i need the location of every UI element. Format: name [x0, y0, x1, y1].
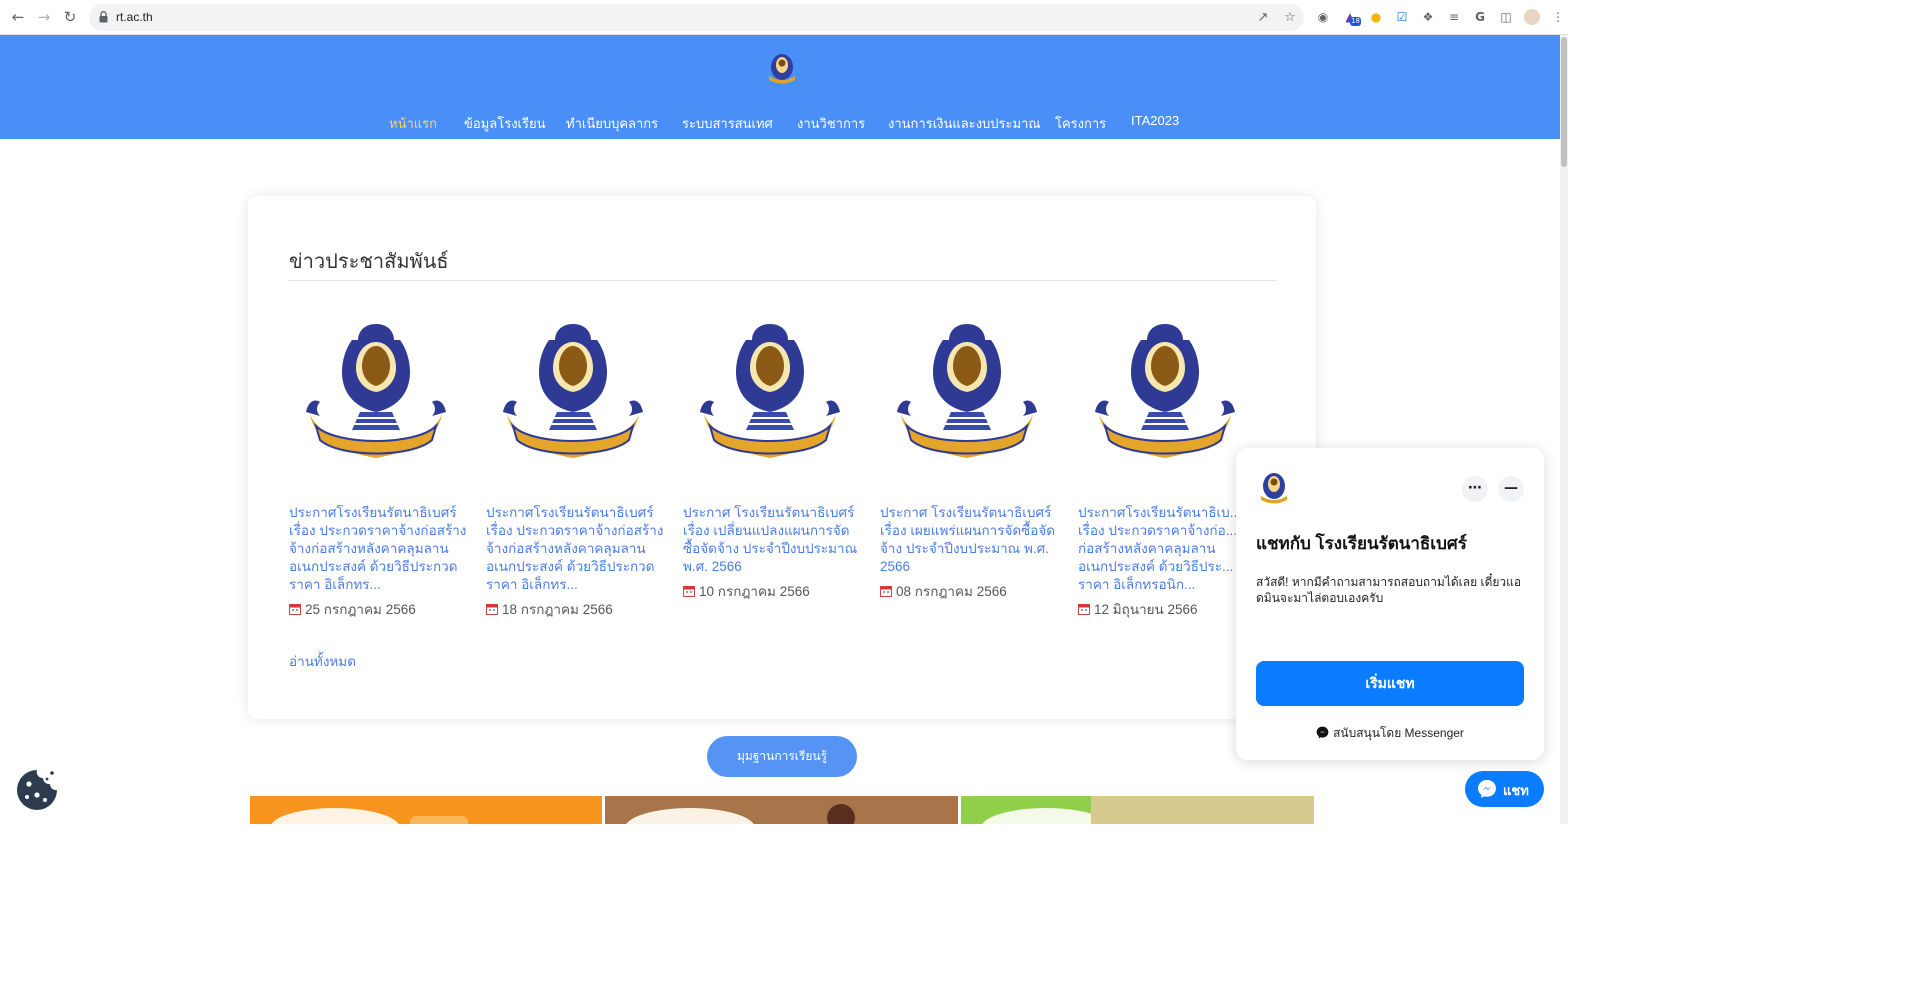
banner-character: [827, 804, 855, 824]
minimize-icon[interactable]: —: [1498, 476, 1524, 502]
banner-orange[interactable]: [250, 796, 602, 824]
puzzle-icon[interactable]: ❖: [1420, 9, 1436, 25]
banner-bubble: [625, 808, 755, 824]
news-item-title[interactable]: ประกาศโรงเรียนรัตนาธิเบ... เรื่อง ประกวด…: [1078, 504, 1260, 594]
news-heading: ข่าวประชาสัมพันธ์: [289, 251, 449, 273]
banner-shape: [410, 816, 468, 824]
site-header: หน้าแรก ข้อมูลโรงเรียน ทำเนียบบุคลากร ระ…: [0, 35, 1560, 139]
school-crest-image[interactable]: [1095, 318, 1235, 472]
school-logo[interactable]: [766, 52, 798, 86]
profile-avatar[interactable]: [1524, 9, 1540, 25]
school-crest-image[interactable]: [503, 318, 643, 472]
nav-staff-directory[interactable]: ทำเนียบบุคลากร: [566, 113, 658, 134]
messenger-icon: [1478, 780, 1496, 798]
learning-corner-button[interactable]: มุมฐานการเรียนรู้: [707, 736, 857, 777]
lightbulb-icon[interactable]: ●: [1368, 9, 1384, 25]
banner-bubble: [270, 808, 400, 824]
news-item-title[interactable]: ประกาศ โรงเรียนรัตนาธิเบศร์ เรื่อง เผยแพ…: [880, 504, 1062, 576]
page-scrollbar[interactable]: [1560, 35, 1568, 824]
news-item-date-text: 25 กรกฎาคม 2566: [305, 602, 416, 617]
nav-school-info[interactable]: ข้อมูลโรงเรียน: [464, 113, 545, 134]
nav-projects[interactable]: โครงการ: [1055, 113, 1106, 134]
messenger-icon: [1316, 726, 1329, 739]
news-item-date: 12 มิถุนายน 2566: [1078, 598, 1198, 620]
browser-toolbar: ← → ↻ rt.ac.th ↗ ☆ ◉ ▲18 ● ☑ ❖ ≡ G ◫ ⋮: [0, 0, 1568, 35]
checkbox-extension-icon[interactable]: ☑: [1394, 9, 1410, 25]
news-item-date-text: 10 กรกฎาคม 2566: [699, 584, 810, 599]
side-panel-icon[interactable]: ◫: [1498, 9, 1514, 25]
calendar-icon: [1078, 604, 1090, 615]
news-item-date: 25 กรกฎาคม 2566: [289, 598, 416, 620]
banner-brown[interactable]: [605, 796, 958, 824]
school-crest-image[interactable]: [306, 318, 446, 472]
news-item-date-text: 12 มิถุนายน 2566: [1094, 602, 1198, 617]
news-item-date: 10 กรกฎาคม 2566: [683, 580, 810, 602]
nav-ita2023[interactable]: ITA2023: [1131, 113, 1179, 128]
google-icon[interactable]: G: [1472, 9, 1488, 25]
messenger-chat-button[interactable]: แชท: [1465, 771, 1544, 807]
lock-icon: [99, 11, 108, 23]
menu-kebab-icon[interactable]: ⋮: [1550, 9, 1566, 25]
chat-greeting: สวัสดี! หากมีคำถามสามารถสอบถามได้เลย เดี…: [1256, 575, 1522, 605]
powered-label: สนับสนุนโดย Messenger: [1333, 726, 1464, 740]
news-item-date: 18 กรกฎาคม 2566: [486, 598, 613, 620]
news-item-title[interactable]: ประกาศโรงเรียนรัตนาธิเบศร์ เรื่อง ประกวด…: [486, 504, 668, 594]
cookie-settings-icon[interactable]: [16, 769, 58, 811]
camera-icon[interactable]: ◉: [1315, 9, 1331, 25]
nav-information-system[interactable]: ระบบสารสนเทศ: [682, 113, 773, 134]
extension-badge: 18: [1350, 17, 1361, 26]
nav-academic[interactable]: งานวิชาการ: [797, 113, 865, 134]
calendar-icon: [486, 604, 498, 615]
back-icon[interactable]: ←: [9, 8, 27, 26]
extension-graduation-icon[interactable]: ▲18: [1342, 9, 1361, 26]
news-item-date-text: 18 กรกฎาคม 2566: [502, 602, 613, 617]
banner-green[interactable]: [961, 796, 1314, 824]
chat-heading: แชทกับ โรงเรียนรัตนาธิเบศร์: [1256, 534, 1467, 553]
address-bar[interactable]: rt.ac.th ↗ ☆: [89, 4, 1304, 31]
forward-icon[interactable]: →: [35, 8, 53, 26]
nav-finance-budget[interactable]: งานการเงินและงบประมาณ: [888, 113, 1040, 134]
more-options-icon[interactable]: ⋯: [1462, 476, 1488, 502]
scrollbar-thumb[interactable]: [1561, 37, 1567, 167]
start-chat-button[interactable]: เริ่มแชท: [1256, 661, 1524, 706]
news-item-title[interactable]: ประกาศโรงเรียนรัตนาธิเบศร์ เรื่อง ประกวด…: [289, 504, 471, 594]
news-item-date-text: 08 กรกฎาคม 2566: [896, 584, 1007, 599]
chat-fab-label: แชท: [1503, 783, 1529, 798]
calendar-icon: [880, 586, 892, 597]
news-item-title[interactable]: ประกาศ โรงเรียนรัตนาธิเบศร์ เรื่อง เปลี่…: [683, 504, 865, 576]
reload-icon[interactable]: ↻: [61, 8, 79, 26]
news-divider: [289, 280, 1276, 281]
bookmark-star-icon[interactable]: ☆: [1282, 10, 1298, 26]
page-avatar: [1261, 473, 1287, 504]
school-crest-image[interactable]: [897, 318, 1037, 472]
calendar-icon: [683, 586, 695, 597]
messenger-chat-popup: ⋯ — แชทกับ โรงเรียนรัตนาธิเบศร์ สวัสดี! …: [1236, 448, 1544, 760]
calendar-icon: [289, 604, 301, 615]
read-all-link[interactable]: อ่านทั้งหมด: [289, 650, 356, 672]
powered-by-messenger: สนับสนุนโดย Messenger: [1236, 724, 1544, 743]
school-crest-image[interactable]: [700, 318, 840, 472]
share-icon[interactable]: ↗: [1255, 10, 1271, 26]
nav-home[interactable]: หน้าแรก: [389, 113, 437, 134]
url-text: rt.ac.th: [116, 10, 153, 24]
banner-scene: [1091, 796, 1314, 824]
news-item-date: 08 กรกฎาคม 2566: [880, 580, 1007, 602]
reading-list-icon[interactable]: ≡: [1446, 9, 1462, 25]
